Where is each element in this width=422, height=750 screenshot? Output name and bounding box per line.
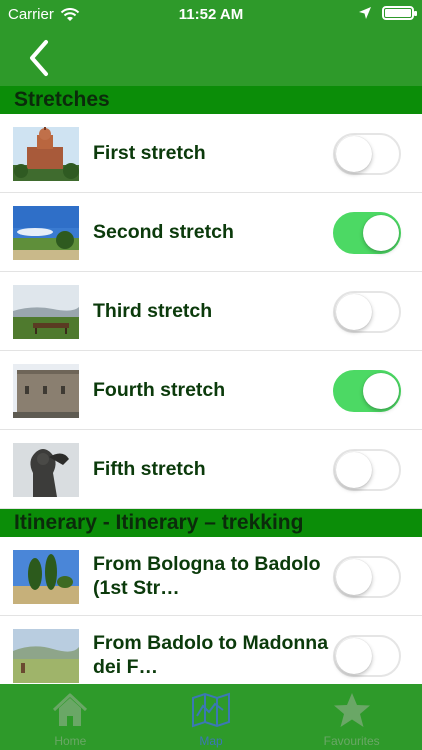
home-icon [53, 693, 88, 726]
back-button[interactable] [18, 36, 62, 80]
list-item[interactable]: Fourth stretch [0, 351, 422, 430]
navigation-bar [0, 30, 422, 86]
stretch-thumbnail [13, 206, 79, 260]
visibility-toggle[interactable] [333, 449, 401, 491]
battery-icon [382, 6, 417, 20]
tab-label: Map [199, 734, 223, 748]
list-item[interactable]: Fifth stretch [0, 430, 422, 509]
list-item[interactable]: Third stretch [0, 272, 422, 351]
stretch-label: Second stretch [93, 221, 234, 243]
tab-label: Home [54, 734, 87, 748]
stretch-thumbnail [13, 364, 79, 418]
stretch-label: Third stretch [93, 300, 213, 322]
tab-favourites[interactable]: Favourites [281, 684, 422, 750]
itinerary-label: From Badolo to Madonna dei F… [93, 632, 329, 678]
visibility-toggle[interactable] [333, 370, 401, 412]
visibility-toggle[interactable] [333, 291, 401, 333]
tab-map[interactable]: Map [141, 684, 282, 750]
section-header-itinerary: Itinerary - Itinerary – trekking [0, 509, 422, 537]
location-arrow-icon [359, 7, 371, 19]
stretch-label: Fifth stretch [93, 458, 206, 480]
section-title: Itinerary - Itinerary – trekking [14, 511, 304, 534]
list-item[interactable]: Second stretch [0, 193, 422, 272]
list-item[interactable]: From Badolo to Madonna dei F… [0, 616, 422, 684]
star-icon [333, 693, 370, 727]
stretch-thumbnail [13, 285, 79, 339]
itinerary-label: From Bologna to Badolo (1st Str… [93, 553, 321, 599]
stretch-label: First stretch [93, 142, 206, 164]
section-header-stretches: Stretches [0, 86, 422, 114]
itinerary-thumbnail [13, 550, 79, 604]
tab-label: Favourites [323, 734, 380, 748]
visibility-toggle[interactable] [333, 133, 401, 175]
tab-home[interactable]: Home [0, 684, 141, 750]
map-icon [192, 692, 230, 728]
section-title: Stretches [14, 88, 110, 111]
visibility-toggle[interactable] [333, 212, 401, 254]
status-right [358, 6, 417, 20]
list-item[interactable]: First stretch [0, 114, 422, 193]
tab-bar: Home Map Favourites [0, 684, 422, 750]
visibility-toggle[interactable] [333, 635, 401, 677]
stretch-label: Fourth stretch [93, 379, 226, 401]
status-bar: Carrier 11:52 AM [0, 0, 422, 30]
stretch-list[interactable]: Stretches First stretch Second stretch T… [0, 86, 422, 684]
chevron-left-icon [30, 40, 48, 76]
itinerary-thumbnail [13, 629, 79, 683]
visibility-toggle[interactable] [333, 556, 401, 598]
list-item[interactable]: From Bologna to Badolo (1st Str… [0, 537, 422, 616]
stretch-thumbnail [13, 443, 79, 497]
stretch-thumbnail [13, 127, 79, 181]
